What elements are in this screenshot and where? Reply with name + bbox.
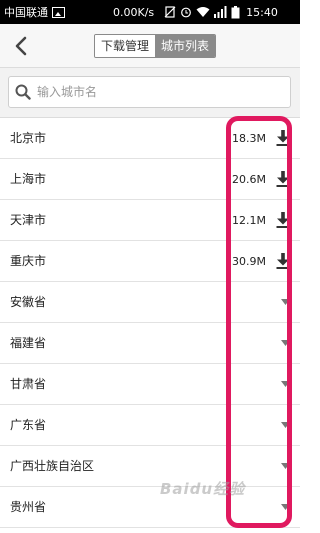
province-row-guizhou[interactable]: 贵州省 xyxy=(0,487,300,528)
download-icon[interactable] xyxy=(276,130,290,146)
province-name: 广西壮族自治区 xyxy=(10,459,95,473)
package-size: 18.3M xyxy=(232,132,266,145)
city-name: 重庆市 xyxy=(10,254,47,268)
download-icon[interactable] xyxy=(276,253,290,269)
expand-arrow-icon[interactable] xyxy=(281,381,290,387)
carrier-label: 中国联通 xyxy=(4,6,48,19)
city-row-shanghai[interactable]: 上海市 20.6M xyxy=(0,159,300,200)
province-row-fujian[interactable]: 福建省 xyxy=(0,323,300,364)
status-bar: 中国联通 0.00K/s 15:40 xyxy=(0,0,300,24)
wifi-icon xyxy=(196,7,210,17)
image-notification-icon xyxy=(52,6,65,18)
city-name: 天津市 xyxy=(10,213,47,227)
province-name: 贵州省 xyxy=(10,500,47,514)
package-size: 30.9M xyxy=(232,255,266,268)
battery-icon xyxy=(231,5,240,18)
expand-arrow-icon[interactable] xyxy=(281,463,290,469)
province-row-anhui[interactable]: 安徽省 xyxy=(0,282,300,323)
clock: 15:40 xyxy=(246,5,278,19)
watermark: Baidu经验 xyxy=(160,480,246,498)
province-row-gansu[interactable]: 甘肃省 xyxy=(0,364,300,405)
city-name: 上海市 xyxy=(10,172,47,186)
package-size: 12.1M xyxy=(232,214,266,227)
expand-arrow-icon[interactable] xyxy=(281,504,290,510)
city-row-tianjin[interactable]: 天津市 12.1M xyxy=(0,200,300,241)
tab-city-list[interactable]: 城市列表 xyxy=(155,35,216,57)
network-speed: 0.00K/s xyxy=(113,5,155,19)
download-icon[interactable] xyxy=(276,212,290,228)
search-input[interactable] xyxy=(37,85,267,99)
city-list: 北京市 18.3M 上海市 20.6M 天津市 12.1M 重庆市 30.9M … xyxy=(0,118,300,528)
city-row-chongqing[interactable]: 重庆市 30.9M xyxy=(0,241,300,282)
search-area xyxy=(0,68,300,118)
tab-download-manager[interactable]: 下载管理 xyxy=(95,35,156,57)
province-name: 广东省 xyxy=(10,418,47,432)
package-size: 20.6M xyxy=(232,173,266,186)
expand-arrow-icon[interactable] xyxy=(281,299,290,305)
download-icon[interactable] xyxy=(276,171,290,187)
alarm-icon xyxy=(181,7,192,18)
search-icon xyxy=(15,84,31,100)
city-row-beijing[interactable]: 北京市 18.3M xyxy=(0,118,300,159)
search-box[interactable] xyxy=(8,76,291,108)
header-bar: 下载管理 城市列表 xyxy=(0,24,300,68)
province-name: 福建省 xyxy=(10,336,47,350)
back-arrow-icon[interactable] xyxy=(10,34,34,58)
province-row-guangxi[interactable]: 广西壮族自治区 xyxy=(0,446,300,487)
province-row-guangdong[interactable]: 广东省 xyxy=(0,405,300,446)
province-name: 安徽省 xyxy=(10,295,47,309)
city-name: 北京市 xyxy=(10,131,47,145)
signal-icon xyxy=(214,6,227,18)
expand-arrow-icon[interactable] xyxy=(281,340,290,346)
no-sim-icon xyxy=(164,6,176,18)
province-name: 甘肃省 xyxy=(10,377,47,391)
segmented-control: 下载管理 城市列表 xyxy=(94,34,217,58)
expand-arrow-icon[interactable] xyxy=(281,422,290,428)
